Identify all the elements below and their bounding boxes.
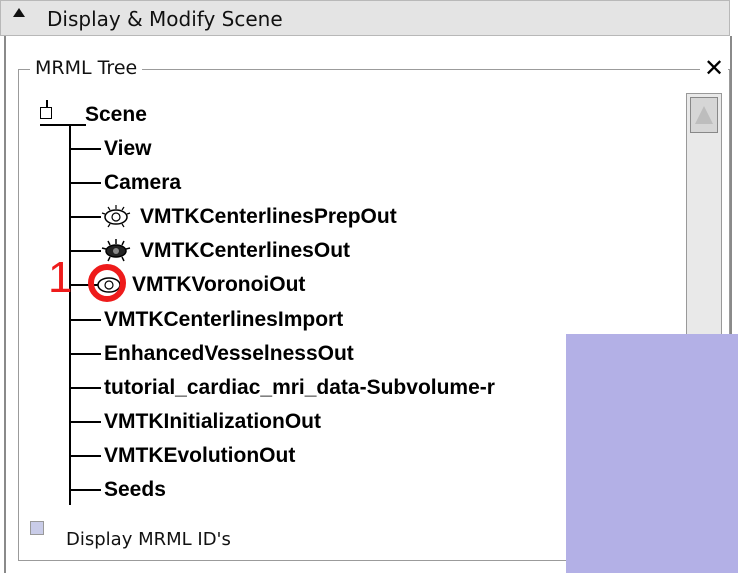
callout-ring xyxy=(88,264,126,302)
scroll-up-button[interactable] xyxy=(690,97,718,133)
tree-branch xyxy=(69,489,101,491)
tree-branch xyxy=(69,148,101,150)
eye-open-icon[interactable] xyxy=(99,203,133,229)
tree-root-scene[interactable]: Scene xyxy=(85,103,147,127)
expander-icon[interactable] xyxy=(40,107,52,119)
close-icon[interactable]: ✕ xyxy=(700,54,729,82)
eye-closed-icon[interactable] xyxy=(99,237,133,263)
display-mrml-ids-label: Display MRML ID's xyxy=(66,529,231,550)
tree-item-enhanced-vesselness-out[interactable]: EnhancedVesselnessOut xyxy=(104,342,354,366)
display-mrml-ids-checkbox[interactable] xyxy=(30,521,44,535)
tree-item-vmtk-centerlines-import[interactable]: VMTKCenterlinesImport xyxy=(104,308,343,332)
tree-connector xyxy=(40,124,86,126)
tree-item-view[interactable]: View xyxy=(104,137,151,161)
scroll-up-arrow-icon xyxy=(695,106,713,124)
tree-branch xyxy=(69,421,101,423)
tree-item-vmtk-evolution-out[interactable]: VMTKEvolutionOut xyxy=(104,444,295,468)
tree-branch xyxy=(69,182,101,184)
panel-title: Display & Modify Scene xyxy=(47,7,283,31)
tree-branch xyxy=(69,455,101,457)
tree-item-vmtk-initialization-out[interactable]: VMTKInitializationOut xyxy=(104,410,321,434)
tree-branch xyxy=(69,387,101,389)
panel-header[interactable]: Display & Modify Scene xyxy=(0,0,730,36)
tree-item-vmtk-centerlines-prep-out[interactable]: VMTKCenterlinesPrepOut xyxy=(140,205,397,229)
tree-connector xyxy=(46,100,48,107)
group-title: MRML Tree xyxy=(30,57,143,79)
tree-branch xyxy=(69,353,101,355)
callout-number: 1 xyxy=(48,253,73,302)
tree-item-vmtk-centerlines-out[interactable]: VMTKCenterlinesOut xyxy=(140,239,350,263)
tree-item-camera[interactable]: Camera xyxy=(104,171,181,195)
tree-branch xyxy=(69,250,101,252)
tree-branch xyxy=(69,319,101,321)
collapse-arrow-icon[interactable] xyxy=(13,8,25,17)
tree-item-tutorial-cardiac[interactable]: tutorial_cardiac_mri_data-Subvolume-r xyxy=(104,376,495,400)
tree-branch xyxy=(69,216,101,218)
tree-item-seeds[interactable]: Seeds xyxy=(104,478,166,502)
overlay-block xyxy=(566,334,738,573)
tree-item-vmtk-voronoi-out[interactable]: VMTKVoronoiOut xyxy=(132,273,305,297)
